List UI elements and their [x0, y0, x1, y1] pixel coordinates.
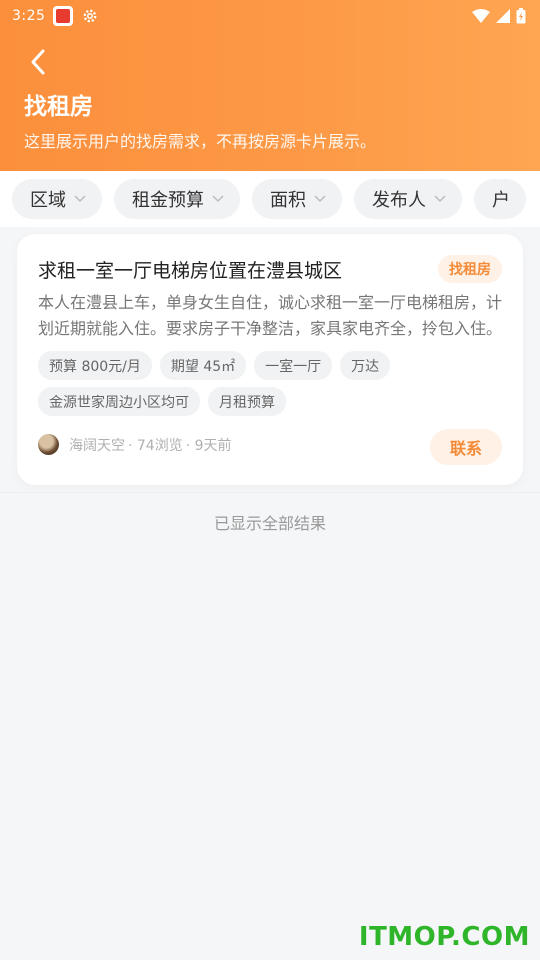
filter-rent-budget-label: 租金预算: [132, 190, 204, 211]
filter-bar: 区域 租金预算 面积 发布人 户: [0, 171, 540, 227]
settings-gear-icon: [84, 9, 97, 23]
contact-button[interactable]: 联系: [430, 429, 502, 465]
avatar: [38, 434, 59, 455]
header: 3:25 找租房 这里展示用户的找房需求，不再按房源卡片展示。: [0, 0, 540, 171]
filter-area-label: 面积: [270, 190, 306, 211]
battery-icon: [516, 8, 526, 24]
chevron-down-icon: [314, 195, 326, 203]
tag-list: 预算 800元/月 期望 45㎡ 一室一厅 万达 金源世家周边小区均可 月租预算: [38, 351, 508, 416]
signal-icon: [496, 9, 510, 23]
chevron-down-icon: [212, 195, 224, 203]
tag-location: 万达: [340, 351, 391, 380]
status-bar: 3:25: [0, 0, 540, 32]
back-button[interactable]: [22, 46, 54, 78]
tag-community: 金源世家周边小区均可: [38, 387, 200, 416]
filter-publisher[interactable]: 发布人: [354, 179, 462, 219]
filter-publisher-label: 发布人: [372, 190, 426, 211]
chevron-down-icon: [434, 195, 446, 203]
end-of-results-text: 已显示全部结果: [213, 514, 326, 533]
page-title: 找租房: [24, 94, 93, 120]
status-time: 3:25: [12, 8, 46, 24]
view-count: · 74浏览: [128, 437, 183, 454]
app-notification-icon: [53, 6, 74, 26]
card-title: 求租一室一厅电梯房位置在澧县城区: [38, 260, 343, 282]
chevron-down-icon: [74, 195, 86, 203]
card-meta: 海阔天空 · 74浏览 · 9天前: [38, 434, 232, 455]
filter-area[interactable]: 面积: [252, 179, 342, 219]
divider: [0, 492, 540, 493]
chevron-left-icon: [31, 49, 45, 75]
wifi-icon: [472, 9, 490, 23]
tag-area: 期望 45㎡: [159, 351, 247, 380]
type-badge: 找租房: [438, 255, 502, 283]
author-name: 海阔天空: [69, 437, 125, 454]
page-subtitle: 这里展示用户的找房需求，不再按房源卡片展示。: [24, 132, 377, 151]
tag-layout: 一室一厅: [254, 351, 333, 380]
watermark: ITMOP.COM: [358, 922, 530, 952]
filter-region[interactable]: 区域: [12, 179, 102, 219]
card-description: 本人在澧县上车，单身女生自住，诚心求租一室一厅电梯租房，计划近期就能入住。要求房…: [38, 293, 502, 338]
filter-region-label: 区域: [30, 190, 66, 211]
filter-rent-budget[interactable]: 租金预算: [114, 179, 240, 219]
filter-layout[interactable]: 户: [474, 179, 526, 219]
rental-request-card[interactable]: 求租一室一厅电梯房位置在澧县城区 找租房 本人在澧县上车，单身女生自住，诚心求租…: [17, 234, 523, 485]
post-time: · 9天前: [185, 437, 232, 454]
filter-layout-label: 户: [492, 190, 510, 211]
tag-budget: 预算 800元/月: [38, 351, 152, 380]
status-icons: [472, 8, 526, 24]
tag-rent-type: 月租预算: [208, 387, 286, 416]
